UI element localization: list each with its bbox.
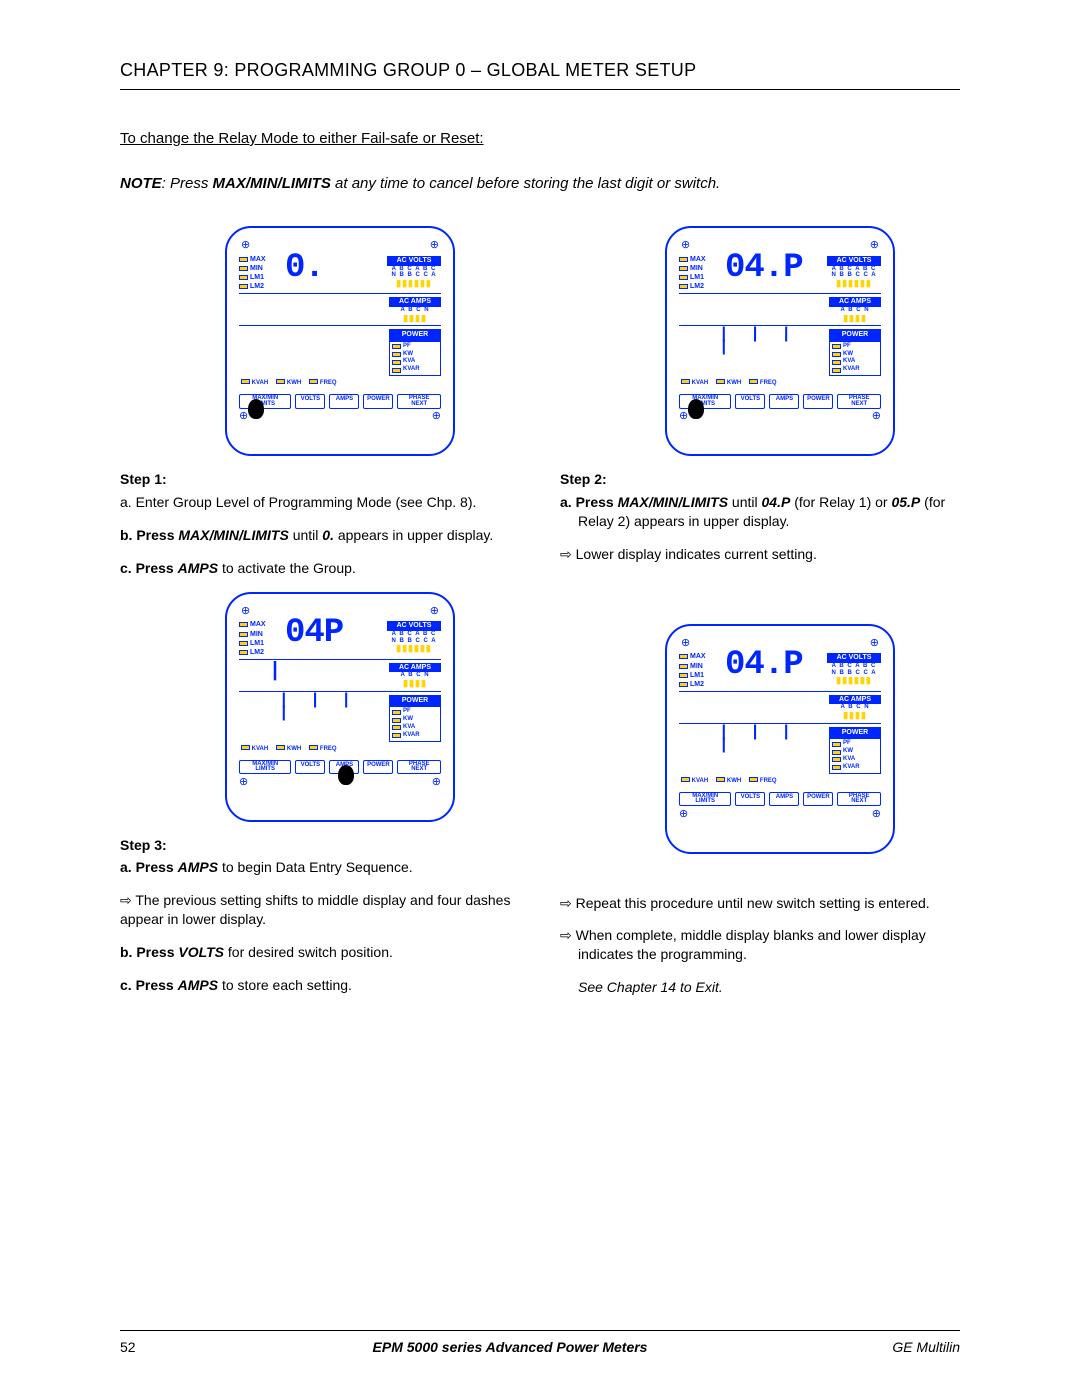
note-prefix: NOTE	[120, 175, 162, 192]
note-bold: MAX/MIN/LIMITS	[213, 175, 331, 192]
step2-a: a. Press MAX/MIN/LIMITS until 04.P (for …	[560, 493, 960, 531]
meter-panel-step1: ⊕⊕ MAXMINLM1LM2 0. AC VOLTS A B C A B C …	[160, 226, 520, 456]
step1-c: c. Press AMPS to activate the Group.	[120, 559, 520, 578]
footer-right: GE Multilin	[840, 1339, 960, 1355]
step4-exit: See Chapter 14 to Exit.	[560, 978, 960, 997]
step1-a: a. Enter Group Level of Programming Mode…	[120, 493, 520, 512]
divider	[120, 89, 960, 90]
page: CHAPTER 9: PROGRAMMING GROUP 0 – GLOBAL …	[0, 0, 1080, 1397]
step3-arrow1: ⇨ The previous setting shifts to middle …	[120, 891, 520, 929]
note-text-2: at any time to cancel before storing the…	[331, 175, 720, 192]
meter-panel-step3: ⊕⊕ MAXMINLM1LM2 04P AC VOLTS A B C A B C…	[160, 592, 520, 822]
note-paragraph: NOTE: Press MAX/MIN/LIMITS at any time t…	[120, 175, 960, 192]
page-footer: 52 EPM 5000 series Advanced Power Meters…	[120, 1330, 960, 1355]
step3-title: Step 3:	[120, 836, 520, 855]
step3-a: a. Press AMPS to begin Data Entry Sequen…	[120, 858, 520, 877]
right-column: ⊕⊕ MAXMINLM1LM2 04.P AC VOLTS A B C A B …	[560, 216, 960, 1011]
step1-b: b. Press MAX/MIN/LIMITS until 0. appears…	[120, 526, 520, 545]
chapter-title: CHAPTER 9: PROGRAMMING GROUP 0 – GLOBAL …	[120, 60, 960, 81]
step2-title: Step 2:	[560, 470, 960, 489]
step1-title: Step 1:	[120, 470, 520, 489]
step2-arrow: ⇨ Lower display indicates current settin…	[560, 545, 960, 564]
intro-line: To change the Relay Mode to either Fail-…	[120, 130, 960, 147]
step3-b: b. Press VOLTS for desired switch positi…	[120, 943, 520, 962]
page-number: 52	[120, 1339, 180, 1355]
note-text-1: : Press	[162, 175, 213, 192]
step4-arrow2: ⇨ When complete, middle display blanks a…	[560, 926, 960, 964]
content-columns: ⊕⊕ MAXMINLM1LM2 0. AC VOLTS A B C A B C …	[120, 216, 960, 1011]
step4-arrow1: ⇨ Repeat this procedure until new switch…	[560, 894, 960, 913]
footer-center: EPM 5000 series Advanced Power Meters	[180, 1339, 840, 1355]
meter-panel-step2: ⊕⊕ MAXMINLM1LM2 04.P AC VOLTS A B C A B …	[600, 226, 960, 456]
meter-panel-step4: ⊕⊕ MAXMINLM1LM2 04.P AC VOLTS A B C A B …	[600, 624, 960, 854]
left-column: ⊕⊕ MAXMINLM1LM2 0. AC VOLTS A B C A B C …	[120, 216, 520, 1011]
step3-c: c. Press AMPS to store each setting.	[120, 976, 520, 995]
